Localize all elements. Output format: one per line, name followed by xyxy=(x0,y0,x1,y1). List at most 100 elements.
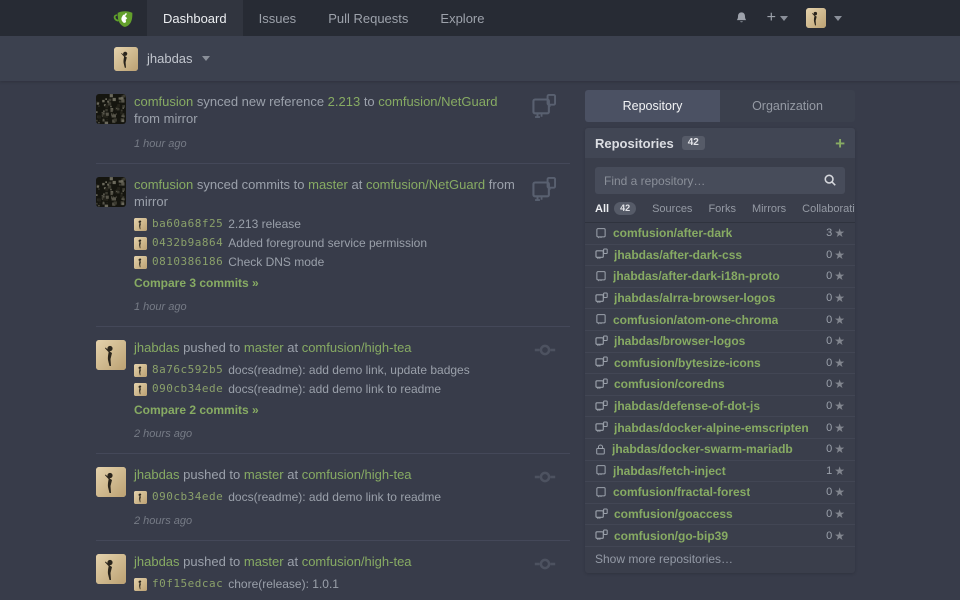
feed-link[interactable]: 2.213 xyxy=(328,94,361,109)
repository-row: jhabdas/after-dark-i18n-proto0★ xyxy=(585,266,855,288)
commit-row: 0810386186Check DNS mode xyxy=(134,255,520,269)
commit-sha-link[interactable]: 090cb34ede xyxy=(152,382,223,396)
repository-link[interactable]: comfusion/after-dark xyxy=(613,226,732,240)
star-icon: ★ xyxy=(834,248,845,262)
tab-organization[interactable]: Organization xyxy=(720,90,855,122)
feed-link[interactable]: master xyxy=(244,340,284,355)
filter-forks[interactable]: Forks xyxy=(708,203,736,215)
add-repository-button[interactable]: + xyxy=(835,135,845,152)
feed-link[interactable]: comfusion/NetGuard xyxy=(366,177,485,192)
chevron-down-icon xyxy=(202,56,210,61)
feed-title: comfusion synced commits to master at co… xyxy=(134,176,520,210)
commit-sha-link[interactable]: 0810386186 xyxy=(152,255,223,269)
star-count: 3 xyxy=(826,227,832,239)
star-count: 0 xyxy=(826,508,832,520)
compare-commits-link[interactable]: Compare 3 commits » xyxy=(134,276,259,290)
repository-link[interactable]: jhabdas/after-dark-i18n-proto xyxy=(613,269,780,283)
repository-link[interactable]: jhabdas/alrra-browser-logos xyxy=(614,291,775,305)
nav-item-explore[interactable]: Explore xyxy=(424,0,500,36)
feed-link[interactable]: comfusion xyxy=(134,177,193,192)
compare-commits-link[interactable]: Compare 2 commits » xyxy=(134,403,259,417)
repository-link[interactable]: comfusion/coredns xyxy=(614,377,725,391)
actor-avatar[interactable] xyxy=(96,340,126,370)
feed-link[interactable]: comfusion/high-tea xyxy=(302,554,412,569)
star-icon: ★ xyxy=(834,226,845,240)
repository-link[interactable]: jhabdas/fetch-inject xyxy=(613,464,726,478)
feed-link[interactable]: master xyxy=(244,554,284,569)
repository-link[interactable]: jhabdas/docker-alpine-emscripten xyxy=(614,421,809,435)
repository-link[interactable]: comfusion/go-bip39 xyxy=(614,529,728,543)
star-count: 0 xyxy=(826,314,832,326)
commit-author-avatar[interactable] xyxy=(134,578,147,591)
nav-item-dashboard[interactable]: Dashboard xyxy=(147,0,243,36)
repository-link[interactable]: jhabdas/docker-swarm-mariadb xyxy=(612,442,793,456)
feed-link[interactable]: jhabdas xyxy=(134,467,180,482)
filter-label: Mirrors xyxy=(752,203,786,215)
star-icon: ★ xyxy=(834,421,845,435)
feed-item: jhabdas pushed to master at comfusion/hi… xyxy=(96,541,570,600)
repository-link[interactable]: comfusion/fractal-forest xyxy=(613,485,750,499)
commit-author-avatar[interactable] xyxy=(134,383,147,396)
gitea-logo[interactable] xyxy=(112,0,147,36)
commit-sha-link[interactable]: 8a76c592b5 xyxy=(152,363,223,377)
filter-mirrors[interactable]: Mirrors xyxy=(752,203,786,215)
repository-link[interactable]: jhabdas/browser-logos xyxy=(614,334,745,348)
feed-link[interactable]: comfusion/high-tea xyxy=(302,340,412,355)
actor-avatar[interactable] xyxy=(96,467,126,497)
actor-avatar[interactable] xyxy=(96,554,126,584)
commit-sha-link[interactable]: 090cb34ede xyxy=(152,490,223,504)
repository-link[interactable]: comfusion/goaccess xyxy=(614,507,733,521)
feed-link[interactable]: comfusion/high-tea xyxy=(302,467,412,482)
repository-filters: All42 Sources Forks Mirrors Collaborative xyxy=(585,202,855,223)
feed-link[interactable]: comfusion/NetGuard xyxy=(378,94,497,109)
filter-sources[interactable]: Sources xyxy=(652,203,692,215)
user-menu[interactable] xyxy=(806,8,842,28)
commit-author-avatar[interactable] xyxy=(134,237,147,250)
create-new-dropdown[interactable]: + xyxy=(767,10,788,26)
commit-sha-link[interactable]: f0f15edcac xyxy=(152,577,223,591)
repository-row: jhabdas/alrra-browser-logos0★ xyxy=(585,288,855,310)
star-icon: ★ xyxy=(834,356,845,370)
feed-text: pushed to xyxy=(180,554,244,569)
commit-author-avatar[interactable] xyxy=(134,218,147,231)
repository-search-input[interactable] xyxy=(595,167,845,194)
repository-star-count: 0★ xyxy=(826,248,845,262)
feed-link[interactable]: master xyxy=(244,467,284,482)
filter-all[interactable]: All42 xyxy=(595,202,636,215)
filter-collaborative[interactable]: Collaborative xyxy=(802,203,855,215)
filter-label: Collaborative xyxy=(802,203,855,215)
chevron-down-icon xyxy=(834,16,842,21)
actor-avatar[interactable] xyxy=(96,94,126,124)
star-count: 0 xyxy=(826,270,832,282)
user-avatar xyxy=(806,8,826,28)
actor-avatar[interactable] xyxy=(96,177,126,207)
commit-list: ba60a68f252.213 release0432b9a864Added f… xyxy=(134,217,520,269)
commit-author-avatar[interactable] xyxy=(134,256,147,269)
notifications-bell-icon[interactable] xyxy=(734,11,749,26)
nav-item-issues[interactable]: Issues xyxy=(243,0,313,36)
commit-author-avatar[interactable] xyxy=(134,364,147,377)
show-more-repositories-link[interactable]: Show more repositories… xyxy=(585,547,855,573)
repository-link[interactable]: jhabdas/after-dark-css xyxy=(614,248,742,262)
commit-author-avatar[interactable] xyxy=(134,491,147,504)
feed-timestamp: 1 hour ago xyxy=(134,301,520,313)
feed-link[interactable]: master xyxy=(308,177,348,192)
nav-item-pull-requests[interactable]: Pull Requests xyxy=(312,0,424,36)
git-commit-icon xyxy=(532,553,558,578)
feed-link[interactable]: comfusion xyxy=(134,94,193,109)
feed-link[interactable]: jhabdas xyxy=(134,554,180,569)
commit-sha-link[interactable]: 0432b9a864 xyxy=(152,236,223,250)
context-switcher[interactable]: jhabdas xyxy=(114,47,210,71)
feed-link[interactable]: jhabdas xyxy=(134,340,180,355)
tab-repository[interactable]: Repository xyxy=(585,90,720,122)
commit-sha-link[interactable]: ba60a68f25 xyxy=(152,217,223,231)
star-icon: ★ xyxy=(834,313,845,327)
repository-link[interactable]: comfusion/bytesize-icons xyxy=(614,356,761,370)
repository-link[interactable]: jhabdas/defense-of-dot-js xyxy=(614,399,760,413)
repository-star-count: 0★ xyxy=(826,313,845,327)
repository-link[interactable]: comfusion/atom-one-chroma xyxy=(613,313,778,327)
star-count: 0 xyxy=(826,357,832,369)
repo-book-icon xyxy=(595,270,607,283)
feed-item: comfusion synced new reference 2.213 to … xyxy=(96,81,570,164)
commit-message: 2.213 release xyxy=(228,217,301,231)
